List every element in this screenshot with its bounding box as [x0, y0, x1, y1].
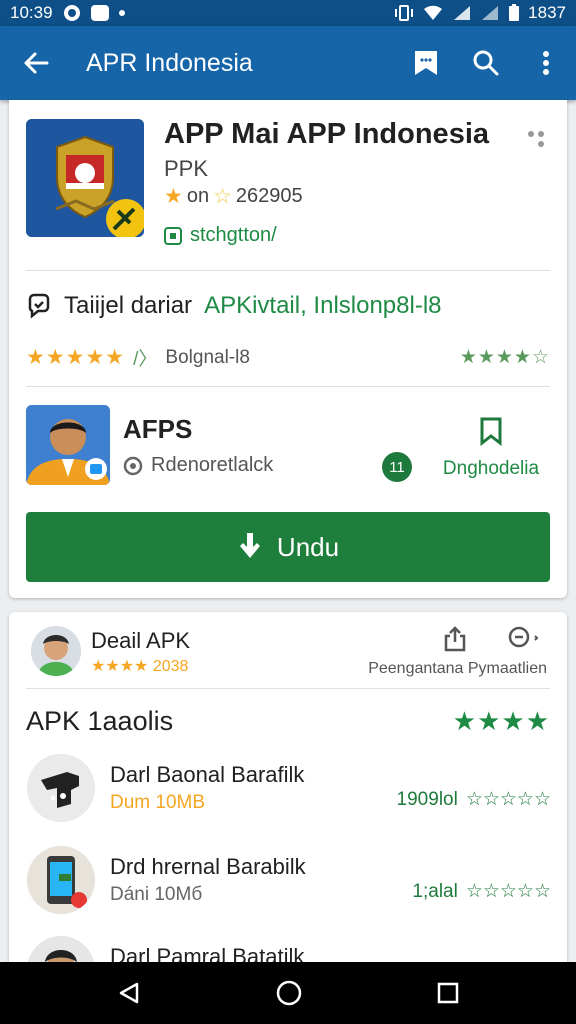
list-item-count: 1;alal: [412, 880, 458, 902]
battery-icon: [508, 4, 520, 22]
app-status: stchgtton/: [190, 224, 277, 246]
details-card: Deail APK ★★★★ 2038 Peengantana Pymaatli…: [9, 612, 567, 1012]
star-icon: ★: [164, 185, 183, 208]
navigation-bar: [0, 962, 576, 1024]
list-item-size: Dáni 10Mб: [110, 884, 203, 905]
download-button[interactable]: Undu: [26, 512, 550, 582]
person-avatar-icon: [26, 405, 110, 485]
list-item[interactable]: Drd hrernal Barabilk Dáni 10Mб 1;alal ☆☆…: [9, 846, 567, 926]
download-hand-icon: [239, 533, 260, 558]
detail-rating-text: 2038: [152, 658, 189, 675]
publisher-location: Rdenoretlalck: [123, 454, 273, 477]
detail-avatar: [31, 626, 81, 676]
bookmark-outline-icon: [480, 417, 502, 446]
developer-prefix: Taiijel dariar: [64, 292, 193, 319]
emblem-icon: [26, 119, 144, 237]
app-info-card: APP Mai APP Indonesia PPK ★ on ☆ 262905 …: [9, 100, 567, 598]
search-button[interactable]: [456, 49, 516, 77]
save-button[interactable]: Dnghodelia: [431, 416, 551, 480]
list-item-meta: 1;alal ☆☆☆☆☆: [412, 880, 551, 903]
app-subtitle: PPK: [164, 156, 209, 181]
rating-prefix: on: [186, 185, 210, 207]
list-item-icon: [27, 754, 95, 822]
vibrate-icon: [394, 4, 414, 22]
status-icon: [164, 226, 182, 245]
rating-label: Bolgnal-l8: [165, 346, 250, 368]
publisher-avatar[interactable]: [26, 405, 110, 485]
detail-actions: Peengantana Pymaatlien: [357, 626, 547, 678]
status-time-left: 10:39: [10, 3, 53, 22]
app-more-button[interactable]: [525, 128, 547, 155]
chat-icon: [28, 293, 50, 319]
nav-recents-icon[interactable]: [437, 982, 459, 1004]
list-item[interactable]: Darl Baonal Barafilk Dum 10MB 1909lol ☆☆…: [9, 754, 567, 834]
nav-home-icon[interactable]: [276, 980, 302, 1006]
more-vert-icon: [543, 51, 549, 75]
save-label: Dnghodelia: [442, 458, 540, 479]
app-notification-icon: [90, 5, 109, 21]
phone-icon: [27, 846, 95, 914]
app-status-line: stchgtton/: [164, 224, 277, 247]
person-avatar-icon: [31, 626, 81, 676]
status-time-right: 1837: [528, 3, 566, 22]
list-item-title: Darl Baonal Barafilk: [110, 762, 305, 787]
publisher-location-text: Rdenoretlalck: [151, 454, 274, 476]
detail-rating-stars: ★★★★: [91, 658, 149, 675]
list-item-size: Dum 10MB: [110, 792, 206, 813]
trend-icon: /〉: [133, 349, 158, 370]
more-dots-icon: [528, 131, 544, 147]
app-logo-icon: [27, 754, 95, 822]
back-button[interactable]: [0, 49, 72, 77]
more-notifications-icon: [118, 10, 125, 16]
divider: [26, 270, 550, 271]
notification-icon: [63, 4, 81, 22]
section-title: APK 1aaolis: [26, 706, 174, 736]
signal-2-icon: [480, 4, 500, 22]
share-icon[interactable]: [443, 626, 467, 652]
rating-count: 262905: [235, 185, 303, 207]
rating-row: ★★★★★ /〉 Bolgnal-l8: [26, 344, 250, 371]
list-item-stars: ☆☆☆☆☆: [465, 881, 551, 902]
secondary-rating-stars: ★★★★☆: [459, 347, 550, 368]
publisher-count-badge: 11: [382, 452, 412, 482]
divider: [26, 688, 550, 689]
detail-rating: ★★★★ 2038: [91, 656, 188, 676]
detail-title: Deail APK: [91, 628, 191, 653]
developer-link[interactable]: APKivtail, Inlslonp8l-l8: [204, 292, 441, 320]
publisher-name: AFPS: [123, 414, 193, 444]
more-options-button[interactable]: [516, 50, 576, 76]
share-label: Peengantana Pymaatlien: [368, 660, 547, 677]
list-item-meta: 1909lol ☆☆☆☆☆: [397, 788, 551, 811]
download-label: Undu: [276, 531, 340, 562]
list-item-stars: ☆☆☆☆☆: [465, 789, 551, 810]
developer-line: Taiijel dariar APKivtail, Inlslonp8l-l8: [26, 292, 442, 320]
app-title: APP Mai APP Indonesia: [164, 118, 490, 150]
divider: [26, 386, 550, 387]
app-rating-line: ★ on ☆ 262905: [164, 184, 303, 209]
bookmark-button[interactable]: [396, 49, 456, 77]
signal-icon: [452, 4, 472, 22]
list-item-count: 1909lol: [396, 788, 458, 810]
search-icon: [473, 50, 499, 76]
app-bar: APR Indonesia: [0, 26, 576, 100]
feedback-icon[interactable]: [507, 626, 541, 650]
status-bar: 10:39 1837: [0, 0, 576, 26]
rating-stars: ★★★★★: [26, 346, 126, 369]
wifi-icon: [422, 4, 444, 22]
app-bar-title: APR Indonesia: [86, 48, 253, 77]
star-outline-icon: ☆: [213, 185, 232, 208]
list-item-icon: [27, 846, 95, 914]
back-arrow-icon: [24, 52, 49, 74]
location-pin-icon: [123, 456, 143, 475]
nav-back-icon[interactable]: [117, 981, 141, 1005]
app-icon[interactable]: [26, 119, 144, 237]
bookmark-icon: [415, 51, 437, 75]
section-stars: ★★★★: [452, 706, 550, 736]
list-item-title: Drd hrernal Barabilk: [110, 854, 306, 879]
